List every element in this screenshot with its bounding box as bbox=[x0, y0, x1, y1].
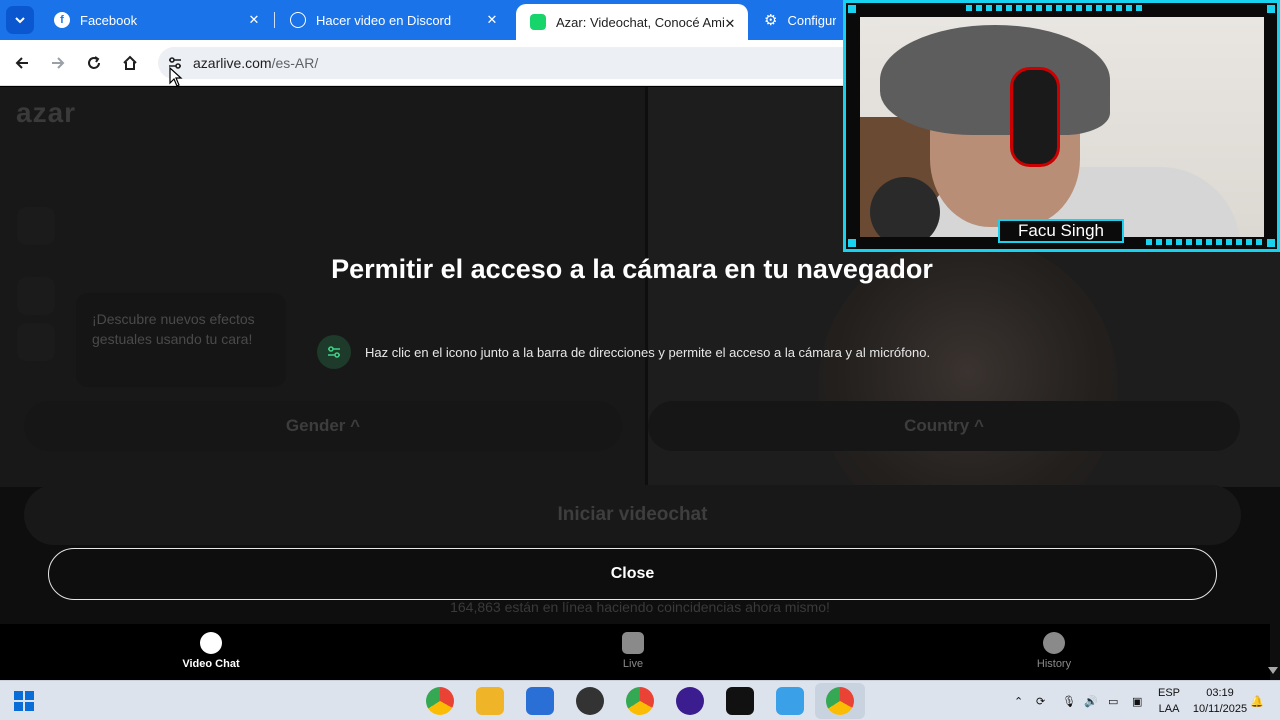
tab-settings[interactable]: ⚙ Configurac bbox=[750, 0, 850, 40]
country-filter[interactable]: Country ^ bbox=[648, 401, 1240, 451]
overlay-corner bbox=[1267, 5, 1275, 13]
volume-icon[interactable]: 🔊 bbox=[1084, 681, 1098, 720]
webcam-video bbox=[860, 17, 1264, 237]
tune-icon bbox=[317, 335, 351, 369]
nav-label: History bbox=[1036, 658, 1072, 670]
close-button[interactable]: Close bbox=[48, 548, 1217, 600]
reload-icon bbox=[88, 56, 100, 69]
expand-icon[interactable] bbox=[17, 207, 55, 245]
overlay-corner bbox=[1267, 239, 1275, 247]
clock[interactable]: 03:19 10/11/2025 bbox=[1190, 685, 1250, 717]
store-icon[interactable] bbox=[526, 687, 554, 715]
arrow-right-icon bbox=[52, 57, 65, 69]
tab-facebook[interactable]: f Facebook ✕ bbox=[40, 0, 272, 40]
close-icon[interactable]: ✕ bbox=[722, 16, 738, 32]
chrome-icon[interactable] bbox=[426, 687, 454, 715]
home-icon bbox=[123, 55, 137, 70]
windows-taskbar: ⌃ ⟳ 🎙 🔊 ▭ ▣ ESP LAA 03:19 10/11/2025 🔔 bbox=[0, 680, 1280, 720]
nav-video-chat[interactable]: Video Chat bbox=[151, 632, 271, 670]
capcut-icon[interactable] bbox=[726, 687, 754, 715]
tab-title: Configurac bbox=[787, 12, 836, 28]
notepad-icon[interactable] bbox=[776, 687, 804, 715]
chrome-active-icon[interactable] bbox=[826, 687, 854, 715]
windows-start-icon[interactable] bbox=[10, 687, 38, 715]
url-path: /es-AR/ bbox=[271, 55, 319, 71]
azar-icon bbox=[530, 14, 546, 30]
chevron-down-icon bbox=[15, 17, 25, 24]
app-icon[interactable] bbox=[676, 687, 704, 715]
video-chat-icon bbox=[200, 632, 222, 654]
face-filter-icon[interactable] bbox=[17, 323, 55, 361]
url-host: azarlive.com bbox=[193, 55, 272, 71]
nav-history[interactable]: History bbox=[994, 632, 1114, 670]
chrome-profile-icon[interactable] bbox=[626, 687, 654, 715]
settings-icon: ⚙ bbox=[764, 12, 778, 29]
cap-shape bbox=[880, 25, 1110, 135]
start-videochat-button[interactable]: Iniciar videochat bbox=[24, 485, 1241, 545]
address-bar[interactable]: azarlive.com/es-AR/ bbox=[158, 47, 858, 79]
gesture-effects-popup: ¡Descubre nuevos efectos gestuales usand… bbox=[76, 293, 286, 387]
url-text: azarlive.com/es-AR/ bbox=[193, 55, 318, 71]
modal-title: Permitir el acceso a la cámara en tu nav… bbox=[331, 254, 933, 284]
tray-chevron-icon[interactable]: ⌃ bbox=[1014, 681, 1023, 720]
overlay-stripes bbox=[1146, 239, 1266, 245]
start-label: Iniciar videochat bbox=[557, 504, 708, 525]
tab-title: Facebook bbox=[80, 12, 138, 28]
clock-date: 10/11/2025 bbox=[1192, 703, 1248, 715]
streamer-name: Facu Singh bbox=[1018, 221, 1104, 240]
mouse-cursor-icon bbox=[169, 67, 183, 87]
popup-text: ¡Descubre nuevos efectos gestuales usand… bbox=[92, 311, 255, 347]
overlay-corner bbox=[848, 239, 856, 247]
overlay-stripes bbox=[966, 5, 1146, 11]
online-count-text: 164,863 están en línea haciendo coincide… bbox=[450, 599, 830, 615]
nav-live[interactable]: Live bbox=[573, 632, 693, 670]
country-label: Country ^ bbox=[904, 416, 984, 435]
sync-icon[interactable]: ⟳ bbox=[1036, 681, 1045, 720]
lang-layout: LAA bbox=[1158, 703, 1180, 715]
bottom-navigation: Video Chat Live History bbox=[0, 624, 1270, 680]
arrow-left-icon bbox=[15, 57, 28, 69]
obs-icon[interactable] bbox=[576, 687, 604, 715]
nav-label: Live bbox=[622, 658, 644, 670]
tab-separator bbox=[274, 12, 275, 28]
reload-button[interactable] bbox=[80, 49, 108, 77]
app-tray-icon[interactable]: ▣ bbox=[1132, 681, 1142, 720]
tv-icon bbox=[622, 632, 644, 654]
file-explorer-icon[interactable] bbox=[476, 687, 504, 715]
notification-bell-icon[interactable]: 🔔 bbox=[1250, 681, 1264, 720]
clock-time: 03:19 bbox=[1206, 687, 1234, 699]
gender-label: Gender ^ bbox=[285, 416, 361, 435]
tab-azar[interactable]: Azar: Videochat, Conocé Amigo ✕ bbox=[516, 4, 748, 40]
nav-label: Video Chat bbox=[182, 658, 240, 670]
tab-search-button[interactable] bbox=[6, 6, 34, 34]
tab-title: Azar: Videochat, Conocé Amigo bbox=[556, 14, 724, 30]
tab-title: Hacer video en Discord bbox=[316, 12, 452, 28]
modal-instruction: Haz clic en el icono junto a la barra de… bbox=[317, 335, 930, 369]
tab-discord-video[interactable]: Hacer video en Discord ✕ bbox=[276, 0, 510, 40]
close-label: Close bbox=[610, 565, 655, 582]
overlay-corner bbox=[848, 5, 856, 13]
instruction-text: Haz clic en el icono junto a la barra de… bbox=[365, 344, 931, 360]
streamer-name-bar: Facu Singh bbox=[998, 219, 1124, 243]
headset-shape bbox=[1010, 67, 1060, 167]
facebook-icon: f bbox=[54, 12, 70, 28]
azar-logo: azar bbox=[16, 97, 77, 128]
display-icon[interactable]: ▭ bbox=[1108, 681, 1118, 720]
home-button[interactable] bbox=[116, 49, 144, 77]
scroll-down-arrow[interactable] bbox=[1268, 667, 1278, 674]
forward-button[interactable] bbox=[44, 49, 72, 77]
webcam-overlay: Facu Singh bbox=[843, 0, 1280, 252]
close-icon[interactable]: ✕ bbox=[484, 12, 500, 28]
back-button[interactable] bbox=[8, 49, 36, 77]
chatgpt-icon bbox=[290, 12, 306, 28]
language-indicator[interactable]: ESP LAA bbox=[1158, 685, 1180, 717]
clock-icon bbox=[1043, 632, 1065, 654]
microphone-icon[interactable]: 🎙 bbox=[1062, 681, 1076, 720]
close-icon[interactable]: ✕ bbox=[246, 12, 262, 28]
gender-filter[interactable]: Gender ^ bbox=[24, 401, 622, 451]
lang-code: ESP bbox=[1158, 687, 1181, 699]
